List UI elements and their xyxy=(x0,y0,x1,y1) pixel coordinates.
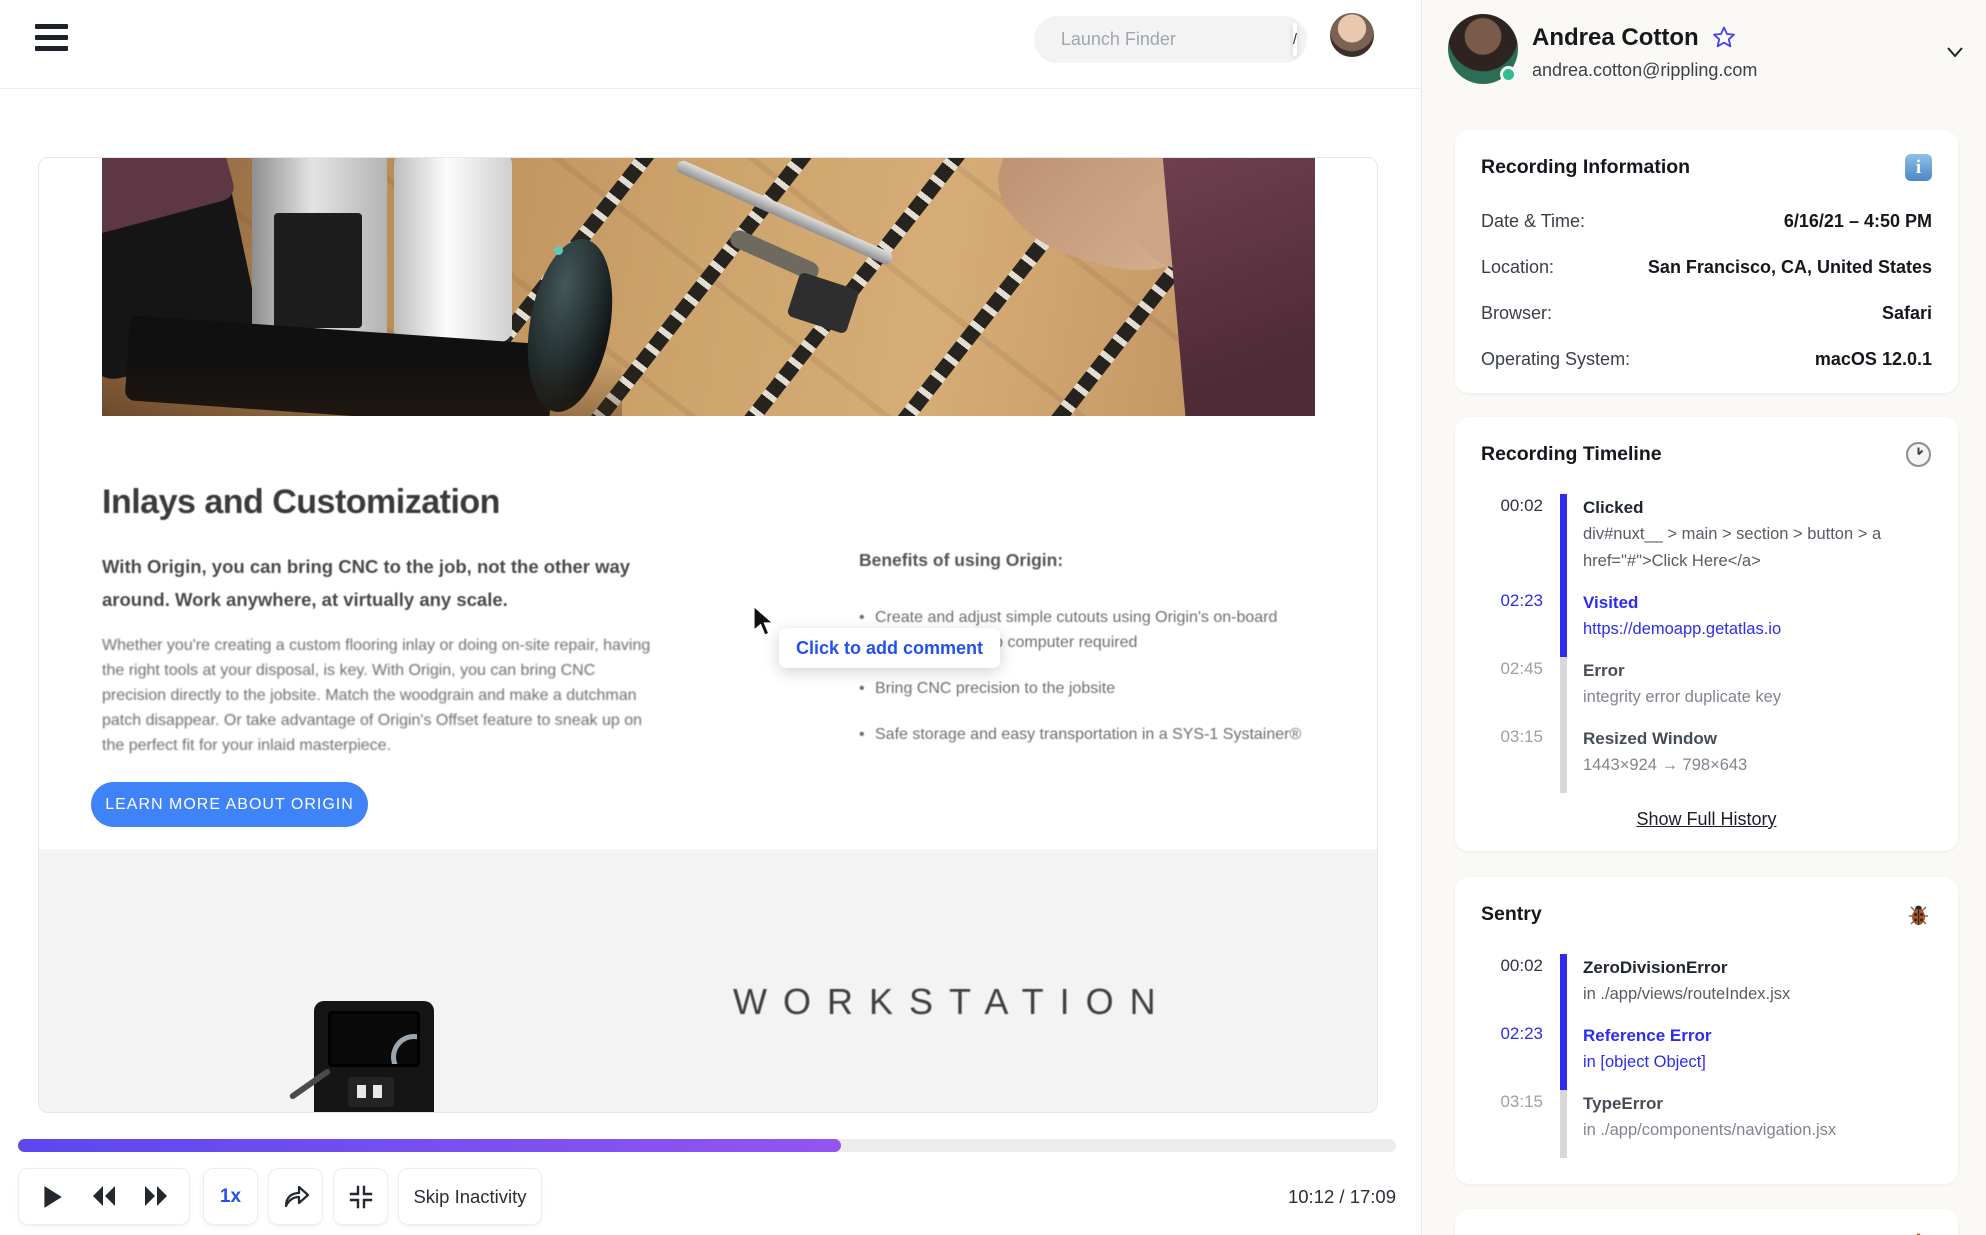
timeline-entry[interactable]: 02:23 Visited https://demoapp.getatlas.io xyxy=(1481,589,1932,657)
hero-shape xyxy=(394,158,512,342)
visited-url-link[interactable]: https://demoapp.getatlas.io xyxy=(1583,616,1781,643)
main-column: / https://app.getatlas.io/auth/login?nex… xyxy=(0,0,1421,1235)
recording-information-card: Recording Information i Date & Time: 6/1… xyxy=(1455,130,1958,393)
timeline-entry[interactable]: 02:45 Error integrity error duplicate key xyxy=(1481,657,1932,725)
search-input[interactable] xyxy=(1060,29,1293,50)
benefit-item: Safe storage and easy transportation in … xyxy=(859,722,1304,747)
collapse-player-button[interactable] xyxy=(333,1168,388,1225)
hero-shape xyxy=(348,1077,394,1107)
info-row: Browser: Safari xyxy=(1481,303,1932,323)
playback-speed-button[interactable]: 1x xyxy=(203,1168,258,1225)
search-bar[interactable]: / xyxy=(1034,16,1307,63)
sentry-card: Sentry 00:02 ZeroDivisionError in ./app/v… xyxy=(1455,877,1958,1184)
play-button[interactable] xyxy=(39,1184,65,1210)
replay-hero-image xyxy=(102,158,1315,416)
hero-shape xyxy=(554,246,563,255)
collapse-icon xyxy=(349,1185,372,1208)
clock-icon xyxy=(1906,442,1931,467)
star-icon[interactable] xyxy=(1712,25,1736,49)
shortcut-key-badge: / xyxy=(1292,23,1297,56)
replay-body-text: Whether you're creating a custom floorin… xyxy=(102,637,651,754)
hero-shape xyxy=(1161,158,1315,416)
info-row: Location: San Francisco, CA, United Stat… xyxy=(1481,257,1932,277)
benefits-title: Benefits of using Origin: xyxy=(859,550,1064,570)
workstation-logo: WORKSTATION xyxy=(733,981,1172,1022)
header-avatar[interactable] xyxy=(1330,13,1374,57)
sentry-entry[interactable]: 03:15 TypeError in ./app/components/navig… xyxy=(1481,1090,1932,1158)
search-icon xyxy=(1050,39,1051,40)
transport-controls xyxy=(18,1168,190,1225)
rewind-button[interactable] xyxy=(91,1184,117,1210)
benefit-item: Bring CNC precision to the jobsite xyxy=(859,676,1304,701)
profile-name: Andrea Cotton xyxy=(1532,24,1699,51)
workstation-product-image xyxy=(286,1001,446,1112)
hero-shape xyxy=(274,213,362,328)
console-card: Console xyxy=(1455,1209,1958,1235)
share-icon xyxy=(284,1185,309,1207)
replay-page-heading: Inlays and Customization xyxy=(102,483,500,521)
show-full-history-link[interactable]: Show Full History xyxy=(1636,809,1776,830)
skip-inactivity-button[interactable]: Skip Inactivity xyxy=(398,1168,542,1225)
playback-progress-fill xyxy=(18,1139,841,1152)
sentry-entry[interactable]: 00:02 ZeroDivisionError in ./app/views/ro… xyxy=(1481,954,1932,1022)
playback-time-display: 10:12 / 17:09 xyxy=(1287,1186,1396,1207)
info-icon: i xyxy=(1905,154,1932,181)
learn-more-button: LEARN MORE ABOUT ORIGIN xyxy=(91,782,368,827)
comment-tooltip: Click to add comment xyxy=(779,628,1001,668)
hero-shape xyxy=(328,1011,420,1067)
sentry-entry[interactable]: 02:23 Reference Error in [object Object] xyxy=(1481,1022,1932,1090)
info-row: Operating System: macOS 12.0.1 xyxy=(1481,349,1932,369)
card-title: Recording Timeline xyxy=(1481,443,1662,465)
card-title: Recording Information xyxy=(1481,156,1691,178)
share-button[interactable] xyxy=(268,1168,323,1225)
url-bar: https://app.getatlas.io/auth/login?next=… xyxy=(0,89,1421,221)
info-row: Date & Time: 6/16/21 – 4:50 PM xyxy=(1481,211,1932,231)
card-title: Sentry xyxy=(1481,903,1542,925)
playback-progress-bar[interactable] xyxy=(18,1139,1396,1152)
profile-email: andrea.cotton@rippling.com xyxy=(1532,60,1758,80)
replay-workstation-section: WORKSTATION xyxy=(39,849,1377,1112)
session-replay-app: / https://app.getatlas.io/auth/login?nex… xyxy=(0,0,1986,1235)
online-status-dot xyxy=(1500,66,1517,83)
fast-forward-button[interactable] xyxy=(143,1184,169,1210)
bug-icon xyxy=(1909,905,1928,925)
chevron-down-icon[interactable] xyxy=(1942,38,1968,64)
recording-timeline-card: Recording Timeline 00:02 Clicked div#nuxt… xyxy=(1455,417,1958,851)
details-sidebar: Andrea Cotton andrea.cotton@rippling.com… xyxy=(1421,0,1986,1235)
timeline-entry[interactable]: 03:15 Resized Window 1443×924 → 798×643 xyxy=(1481,725,1932,793)
timeline-entry[interactable]: 00:02 Clicked div#nuxt__ > main > section… xyxy=(1481,494,1932,589)
replay-lead-text: With Origin, you can bring CNC to the jo… xyxy=(102,556,631,610)
replay-viewport[interactable]: Inlays and Customization With Origin, yo… xyxy=(38,157,1378,1113)
replay-cursor-icon xyxy=(752,606,776,637)
hero-shape xyxy=(102,361,622,416)
hamburger-menu-icon[interactable] xyxy=(35,24,69,54)
